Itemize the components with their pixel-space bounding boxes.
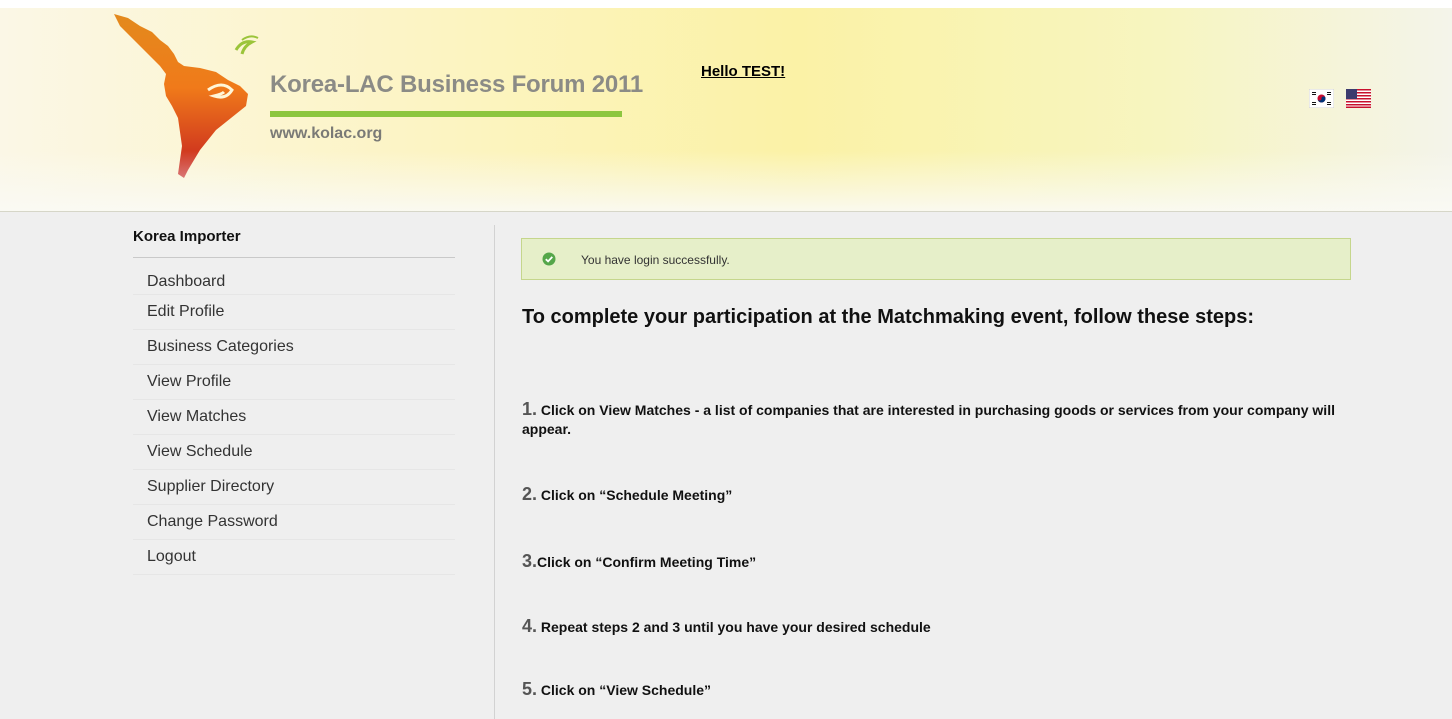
check-circle-icon bbox=[542, 252, 556, 266]
step-3: 3.Click on “Confirm Meeting Time” bbox=[522, 552, 1352, 572]
sidebar-item-logout[interactable]: Logout bbox=[133, 540, 455, 575]
sidebar-title: Korea Importer bbox=[133, 226, 455, 258]
step-text: Repeat steps 2 and 3 until you have your… bbox=[537, 619, 931, 635]
sidebar: Korea Importer Dashboard Edit Profile Bu… bbox=[133, 226, 455, 575]
step-text: Click on “Schedule Meeting” bbox=[537, 487, 733, 503]
sidebar-item-dashboard[interactable]: Dashboard bbox=[133, 272, 455, 295]
step-4: 4. Repeat steps 2 and 3 until you have y… bbox=[522, 617, 1352, 637]
success-alert: You have login successfully. bbox=[521, 238, 1351, 280]
sidebar-nav: Dashboard Edit Profile Business Categori… bbox=[133, 272, 455, 575]
step-text: Click on “Confirm Meeting Time” bbox=[537, 554, 757, 570]
sidebar-item-view-matches[interactable]: View Matches bbox=[133, 400, 455, 435]
sidebar-item-view-schedule[interactable]: View Schedule bbox=[133, 435, 455, 470]
sidebar-item-business-categories[interactable]: Business Categories bbox=[133, 330, 455, 365]
column-divider bbox=[494, 225, 495, 719]
user-greeting-link[interactable]: Hello TEST! bbox=[701, 63, 785, 80]
usa-flag-icon[interactable] bbox=[1346, 89, 1371, 108]
sidebar-item-supplier-directory[interactable]: Supplier Directory bbox=[133, 470, 455, 505]
step-1: 1. Click on View Matches - a list of com… bbox=[522, 400, 1352, 439]
step-number: 4. bbox=[522, 616, 538, 636]
sidebar-item-edit-profile[interactable]: Edit Profile bbox=[133, 295, 455, 330]
alert-message: You have login successfully. bbox=[581, 253, 730, 267]
page-heading: To complete your participation at the Ma… bbox=[522, 306, 1254, 328]
sidebar-item-view-profile[interactable]: View Profile bbox=[133, 365, 455, 400]
step-5: 5. Click on “View Schedule” bbox=[522, 680, 1352, 700]
title-underline bbox=[270, 111, 622, 117]
latin-america-map-icon[interactable] bbox=[108, 10, 268, 180]
site-url: www.kolac.org bbox=[270, 125, 383, 142]
step-2: 2. Click on “Schedule Meeting” bbox=[522, 485, 1352, 505]
top-border bbox=[0, 0, 1452, 8]
step-text: Click on View Matches - a list of compan… bbox=[522, 402, 1335, 437]
site-title: Korea-LAC Business Forum 2011 bbox=[270, 71, 643, 98]
sidebar-item-change-password[interactable]: Change Password bbox=[133, 505, 455, 540]
step-number: 5. bbox=[522, 679, 538, 699]
step-number: 3. bbox=[522, 551, 538, 571]
step-number: 1. bbox=[522, 399, 538, 419]
step-number: 2. bbox=[522, 484, 538, 504]
korea-flag-icon[interactable] bbox=[1309, 89, 1334, 108]
site-header: Korea-LAC Business Forum 2011 www.kolac.… bbox=[0, 8, 1452, 212]
step-text: Click on “View Schedule” bbox=[537, 682, 712, 698]
